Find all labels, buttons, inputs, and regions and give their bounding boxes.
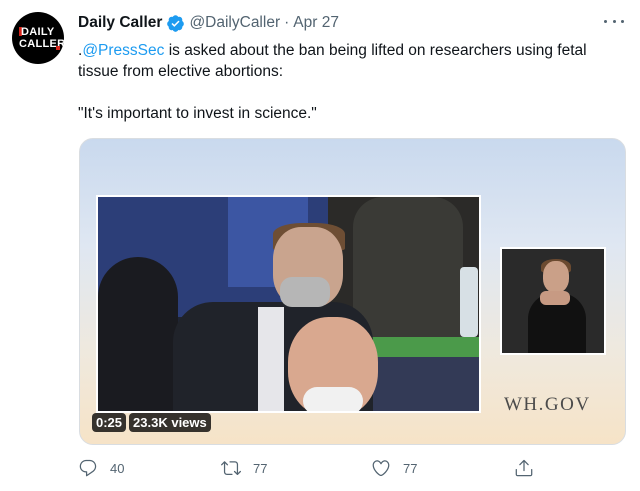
video-main-frame: [96, 195, 481, 413]
header-separator: ·: [284, 14, 290, 31]
handle[interactable]: @DailyCaller: [189, 14, 280, 32]
tweet[interactable]: DAILY CALLER Daily Caller @DailyCaller ·…: [0, 0, 640, 491]
tweet-text: .@PressSec is asked about the ban being …: [78, 40, 618, 124]
mention-link[interactable]: @PressSec: [82, 42, 164, 59]
verified-badge-icon: [166, 14, 185, 33]
like-count: 77: [403, 460, 418, 476]
display-name[interactable]: Daily Caller: [78, 14, 162, 32]
tweet-actions: 40 77 77: [78, 458, 548, 482]
reply-button[interactable]: 40: [78, 458, 124, 478]
logo-dot: [56, 46, 60, 50]
video-duration: 0:25: [92, 413, 127, 432]
tweet-header: Daily Caller @DailyCaller · Apr 27: [78, 12, 339, 34]
video-overlay: 0:25 23.3K views: [92, 413, 211, 432]
tweet-date[interactable]: Apr 27: [293, 14, 339, 32]
reply-icon: [79, 459, 97, 477]
share-icon: [515, 459, 533, 477]
retweet-icon: [221, 461, 241, 476]
retweet-count: 77: [253, 460, 268, 476]
retweet-button[interactable]: 77: [221, 458, 267, 478]
tweet-quote: "It's important to invest in science.": [78, 105, 317, 122]
like-button[interactable]: 77: [371, 458, 417, 478]
avatar[interactable]: DAILY CALLER: [12, 12, 64, 64]
heart-icon: [372, 460, 390, 477]
daily-caller-logo: DAILY CALLER: [19, 25, 64, 51]
share-button[interactable]: [514, 458, 534, 478]
video-views: 23.3K views: [129, 413, 211, 432]
sign-language-inset: [500, 247, 606, 355]
video-player[interactable]: WH.GOV 0:25 23.3K views: [79, 138, 626, 445]
tweet-text-paragraph: .@PressSec is asked about the ban being …: [78, 40, 618, 82]
video-watermark: WH.GOV: [504, 394, 591, 415]
logo-text-line1: DAILY: [21, 26, 55, 38]
more-options-icon[interactable]: [604, 14, 624, 28]
reply-count: 40: [110, 460, 125, 476]
